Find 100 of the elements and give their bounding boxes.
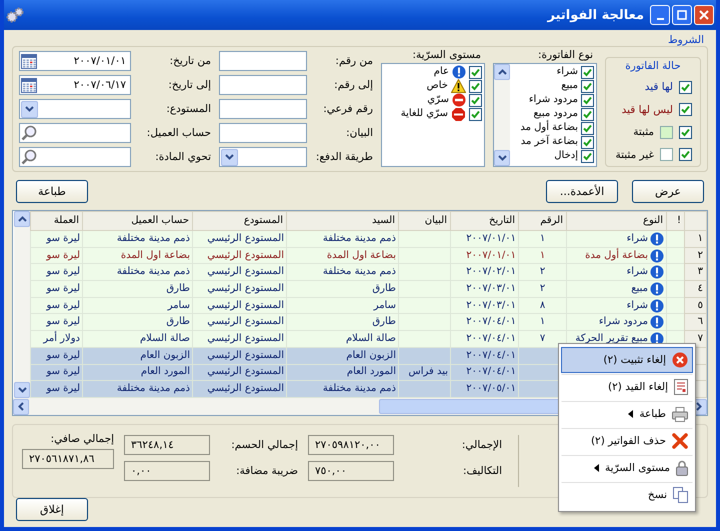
scroll-left-button[interactable] — [13, 398, 29, 414]
list-item[interactable]: سرّي للغاية — [400, 107, 448, 121]
column-header[interactable]: البيان — [398, 212, 450, 230]
checkbox[interactable] — [581, 80, 594, 92]
scroll-up-button[interactable] — [14, 211, 30, 227]
input-field[interactable] — [19, 147, 131, 167]
checkbox[interactable] — [469, 108, 482, 120]
table-row[interactable]: ١ شراء ١ ٢٠٠٧/٠١/٠١ ذمم مدينة مختلفة المستودع الرئيسي ذمم مدينة مختلفة ليرة سو — [30, 230, 706, 248]
total-label: التكاليف: — [462, 465, 502, 477]
checkbox[interactable] — [679, 80, 692, 94]
column-header[interactable]: العملة — [30, 212, 82, 230]
table-cell: ٢٠٠٧/٠٣/٠١ — [450, 280, 518, 298]
scrollbar[interactable] — [14, 211, 30, 398]
list-item[interactable]: شراء — [556, 65, 578, 79]
column-header[interactable]: الرقم — [518, 212, 566, 230]
column-header[interactable]: السيد — [286, 212, 398, 230]
list-item[interactable]: عام — [434, 65, 449, 79]
table-cell: الزبون العام — [82, 347, 192, 364]
checkmark-icon — [681, 150, 690, 160]
checkbox[interactable] — [469, 66, 482, 78]
info-icon — [650, 232, 664, 246]
field-label: إلى تاريخ: — [167, 79, 211, 91]
close-button[interactable]: إغلاق — [16, 498, 88, 521]
date-field[interactable]: ٢٠٠٧/٠١/٠١ — [19, 51, 131, 71]
column-header[interactable]: التاريخ — [450, 212, 518, 230]
field-label: طريقة الدفع: — [314, 151, 373, 163]
columns-button[interactable]: الأعمدة... — [546, 180, 618, 203]
no-entry-icon — [452, 93, 466, 107]
dropdown-button[interactable] — [221, 148, 238, 166]
scroll-down-button[interactable] — [494, 150, 510, 166]
total-value: ٢٧٠٥٩٨١٢٠,٠٠ — [308, 435, 394, 455]
checkbox[interactable] — [581, 122, 594, 134]
menu-item[interactable]: نسخ — [561, 482, 693, 508]
column-header[interactable]: ! — [666, 212, 684, 230]
table-row[interactable]: ٤ مبيع ٢ ٢٠٠٧/٠٣/٠١ طارق المستودع الرئيسي طارق ليرة سو — [30, 280, 706, 298]
chevron-left-icon — [18, 402, 24, 411]
menu-item[interactable]: إلغاء تثبيت (٢) — [561, 347, 693, 373]
show-button[interactable]: عرض — [632, 180, 704, 203]
input-field[interactable] — [219, 99, 307, 119]
column-header[interactable]: حساب العميل — [82, 212, 192, 230]
dropdown-field[interactable] — [219, 147, 307, 167]
input-field[interactable] — [219, 51, 307, 71]
search-icon[interactable] — [21, 149, 37, 165]
list-item[interactable]: إدخال — [554, 149, 578, 163]
list-item[interactable]: سرّي — [427, 93, 449, 107]
group-title: الشروط — [668, 34, 704, 46]
list-label: نوع الفاتورة: — [536, 49, 594, 61]
checkbox[interactable] — [469, 94, 482, 106]
column-header[interactable]: النوع — [566, 212, 666, 230]
checkbox[interactable] — [679, 148, 692, 162]
input-field[interactable] — [19, 123, 131, 143]
print-button[interactable]: طباعة — [16, 180, 88, 203]
row-number: ٣ — [684, 264, 706, 281]
checkbox[interactable] — [469, 80, 482, 92]
checkbox-label: ليس لها قيد — [622, 104, 673, 116]
checkbox[interactable] — [581, 66, 594, 78]
total-label: إجمالي الحسم: — [230, 439, 298, 451]
input-field[interactable] — [219, 75, 307, 95]
input-field[interactable] — [219, 123, 307, 143]
calendar-icon[interactable] — [21, 78, 37, 92]
printer-icon — [672, 406, 688, 422]
checkbox[interactable] — [679, 126, 692, 139]
field-label: من تاريخ: — [168, 55, 211, 67]
column-header[interactable]: المستودع — [192, 212, 286, 230]
maximize-button[interactable] — [672, 5, 692, 25]
scrollbar[interactable] — [494, 64, 510, 166]
checkbox[interactable] — [581, 136, 594, 148]
list-item[interactable]: مبيع — [561, 79, 578, 93]
close-button[interactable] — [694, 5, 714, 25]
minimize-button[interactable] — [650, 5, 670, 25]
scroll-up-button[interactable] — [494, 64, 510, 80]
menu-item[interactable]: طباعة — [561, 401, 693, 427]
list-item[interactable]: خاص — [426, 79, 448, 93]
menu-item[interactable]: إلغاء القيد (٢) — [561, 374, 693, 400]
table-cell — [398, 230, 450, 248]
list-item[interactable]: بضاعة آخر مد — [520, 135, 578, 149]
scroll-down-button[interactable] — [14, 382, 30, 398]
dropdown-button[interactable] — [21, 100, 38, 118]
calendar-icon[interactable] — [21, 54, 37, 68]
search-icon[interactable] — [21, 125, 37, 141]
date-field[interactable]: ٢٠٠٧/٠٦/١٧ — [19, 75, 131, 95]
info-icon — [650, 248, 664, 263]
checkbox[interactable] — [581, 94, 594, 106]
row-number: ١ — [684, 230, 706, 248]
list-item[interactable]: مردود مبيع — [533, 107, 578, 121]
list-item[interactable]: مردود شراء — [528, 93, 578, 107]
table-row[interactable]: ٣ شراء ٢ ٢٠٠٧/٠٢/٠١ ذمم مدينة مختلفة المستودع الرئيسي ذمم مدينة مختلفة ليرة سو — [30, 264, 706, 281]
list-label: مستوى السرّية: — [411, 49, 482, 61]
table-row[interactable]: ٦ مردود شراء ١ ٢٠٠٧/٠٤/٠١ طارق المستودع الرئيسي طارق ليرة سو — [30, 314, 706, 331]
gears-icon — [6, 7, 24, 23]
field-label: حساب العميل: — [146, 127, 211, 139]
checkbox[interactable] — [679, 103, 692, 116]
checkbox[interactable] — [581, 150, 594, 162]
menu-item[interactable]: حذف الفواتير (٢) — [561, 428, 693, 454]
list-item[interactable]: بضاعة أول مد — [520, 121, 578, 135]
table-row[interactable]: ٥ شراء ٨ ٢٠٠٧/٠٣/٠١ سامر المستودع الرئيسي سامر ليرة سو — [30, 297, 706, 314]
table-cell: المستودع الرئيسي — [192, 280, 286, 298]
menu-item[interactable]: مستوى السرّية — [561, 455, 693, 481]
dropdown-field[interactable] — [19, 99, 131, 119]
checkbox[interactable] — [581, 108, 594, 120]
